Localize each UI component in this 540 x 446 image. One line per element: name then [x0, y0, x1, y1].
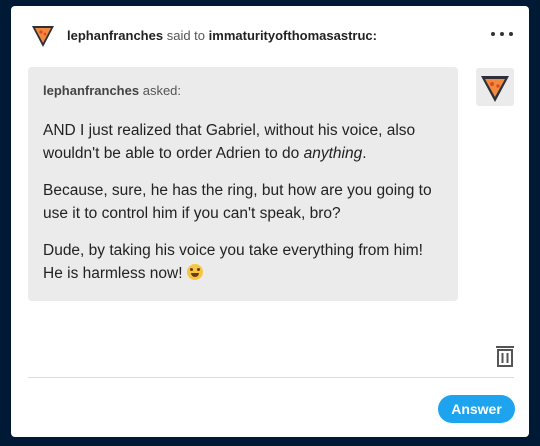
said-to-text: said to [166, 28, 206, 43]
post-header: lephanfranches said to immaturityofthoma… [67, 28, 377, 43]
asker-avatar[interactable] [476, 68, 514, 106]
ask-paragraph-3: Dude, by taking his voice you take every… [43, 242, 423, 282]
ellipsis-icon[interactable] [491, 28, 513, 40]
asker-name[interactable]: lephanfranches [43, 83, 139, 98]
ask-paragraph-2: Because, sure, he has the ring, but how … [43, 182, 432, 222]
divider [28, 377, 514, 378]
ask-bubble: lephanfranches asked: AND I just realize… [28, 67, 458, 301]
author-name[interactable]: lephanfranches [67, 28, 163, 43]
rolling-on-floor-laughing-emoji [186, 264, 203, 280]
trash-icon[interactable] [495, 345, 515, 367]
ask-body: AND I just realized that Gabriel, withou… [43, 119, 443, 299]
ask-paragraph-1: AND I just realized that Gabriel, withou… [43, 122, 416, 162]
recipient-name[interactable]: immaturityofthomasastruc: [209, 28, 377, 43]
asked-text: asked: [142, 83, 182, 98]
answer-button[interactable]: Answer [438, 395, 515, 423]
asker-line: lephanfranches asked: [43, 83, 181, 98]
author-avatar[interactable] [28, 20, 58, 50]
ask-card: lephanfranches said to immaturityofthoma… [11, 6, 529, 437]
